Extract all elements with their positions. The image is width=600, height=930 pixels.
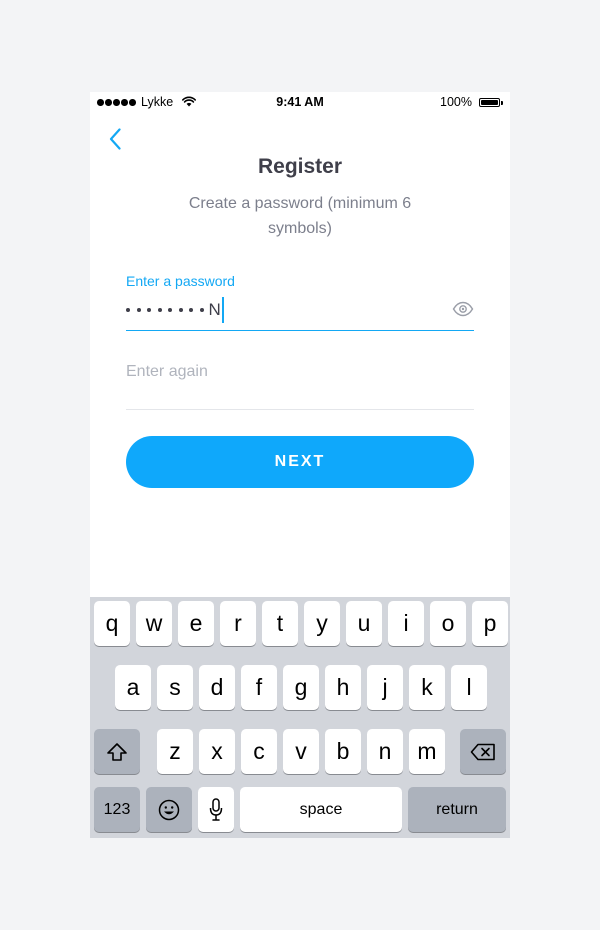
key-z[interactable]: z — [157, 729, 193, 774]
key-c[interactable]: c — [241, 729, 277, 774]
microphone-icon — [209, 797, 223, 821]
key-o[interactable]: o — [430, 601, 466, 646]
battery-percentage: 100% — [440, 95, 472, 109]
return-key[interactable]: return — [408, 787, 506, 832]
emoji-icon — [158, 799, 180, 820]
key-k[interactable]: k — [409, 665, 445, 710]
key-s[interactable]: s — [157, 665, 193, 710]
space-key[interactable]: space — [240, 787, 402, 832]
key-n[interactable]: n — [367, 729, 403, 774]
key-q[interactable]: q — [94, 601, 130, 646]
password-mask-dot — [136, 308, 141, 312]
next-button[interactable]: NEXT — [126, 436, 474, 488]
delete-key[interactable] — [460, 729, 506, 774]
battery-icon — [479, 98, 503, 108]
phone-screen: Lykke 9:41 AM 100% Register Create a pas… — [90, 92, 510, 838]
confirm-password-placeholder: Enter again — [126, 363, 208, 380]
key-i[interactable]: i — [388, 601, 424, 646]
key-m[interactable]: m — [409, 729, 445, 774]
key-w[interactable]: w — [136, 601, 172, 646]
shift-key[interactable] — [94, 729, 140, 774]
key-p[interactable]: p — [472, 601, 508, 646]
password-input[interactable]: N — [126, 293, 474, 331]
microphone-key[interactable] — [198, 787, 234, 832]
confirm-password-input[interactable]: Enter again — [126, 354, 474, 410]
text-caret — [222, 297, 225, 323]
password-mask-dot — [157, 308, 162, 312]
password-value: N — [126, 297, 225, 323]
key-f[interactable]: f — [241, 665, 277, 710]
key-r[interactable]: r — [220, 601, 256, 646]
numbers-key[interactable]: 123 — [94, 787, 140, 832]
password-mask-dot — [199, 308, 204, 312]
key-a[interactable]: a — [115, 665, 151, 710]
page-subtitle: Create a password (minimum 6 symbols) — [188, 195, 412, 237]
key-l[interactable]: l — [451, 665, 487, 710]
key-x[interactable]: x — [199, 729, 235, 774]
password-field-label: Enter a password — [126, 273, 235, 289]
delete-icon — [470, 743, 495, 760]
status-bar: Lykke 9:41 AM 100% — [90, 92, 510, 114]
key-j[interactable]: j — [367, 665, 403, 710]
page-title: Register — [257, 155, 343, 178]
shift-icon — [107, 742, 127, 761]
password-mask-dot — [168, 308, 172, 312]
key-b[interactable]: b — [325, 729, 361, 774]
key-g[interactable]: g — [283, 665, 319, 710]
password-mask-dot — [126, 308, 130, 312]
back-button[interactable] — [104, 126, 126, 152]
keyboard: 123 space return qwertyuiop asdfghjkl zxcv… — [90, 597, 510, 838]
key-v[interactable]: v — [283, 729, 319, 774]
emoji-key[interactable] — [146, 787, 192, 832]
password-mask-dots — [126, 308, 204, 312]
password-mask-dot — [189, 308, 193, 312]
key-u[interactable]: u — [346, 601, 382, 646]
password-mask-dot — [178, 308, 183, 312]
password-mask-dot — [147, 308, 151, 312]
key-h[interactable]: h — [325, 665, 361, 710]
key-y[interactable]: y — [304, 601, 340, 646]
chevron-left-icon — [109, 128, 121, 150]
key-d[interactable]: d — [199, 665, 235, 710]
key-t[interactable]: t — [262, 601, 298, 646]
key-e[interactable]: e — [178, 601, 214, 646]
eye-icon[interactable] — [452, 301, 474, 322]
password-last-char: N — [208, 300, 222, 319]
